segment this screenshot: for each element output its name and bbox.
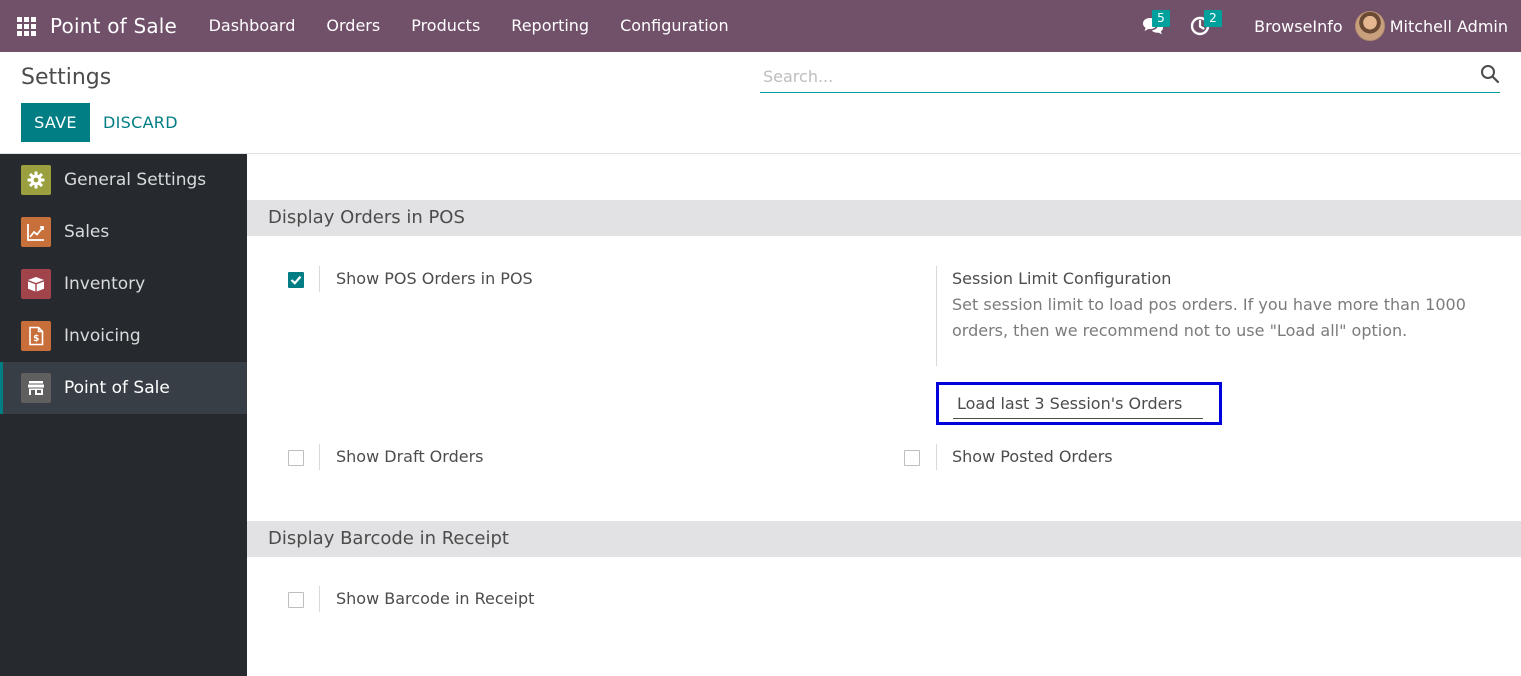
gear-icon <box>21 165 51 195</box>
search-input[interactable] <box>760 62 1460 90</box>
discard-button[interactable]: DISCARD <box>100 103 181 142</box>
user-menu[interactable]: Mitchell Admin <box>1354 11 1521 41</box>
svg-text:$: $ <box>33 334 39 344</box>
menu-reporting[interactable]: Reporting <box>496 0 605 52</box>
session-limit-field-highlight: Load last 3 Session's Orders <box>936 382 1222 425</box>
messages-count-badge: 5 <box>1152 10 1170 27</box>
settings-content: Display Orders in POS Show POS Orders in… <box>247 154 1521 676</box>
separator <box>936 266 937 366</box>
systray: 5 2 BrowseInfo Mitchell Admin <box>1128 0 1521 52</box>
show-draft-orders-checkbox[interactable] <box>288 450 304 466</box>
chart-icon <box>21 217 51 247</box>
show-posted-orders-label: Show Posted Orders <box>952 447 1113 466</box>
box-icon <box>21 269 51 299</box>
store-icon <box>21 373 51 403</box>
menu-orders[interactable]: Orders <box>311 0 396 52</box>
apps-menu-icon[interactable] <box>0 0 50 52</box>
show-pos-orders-checkbox[interactable] <box>288 272 304 288</box>
page-title: Settings <box>21 65 112 90</box>
search-bar <box>760 62 1500 93</box>
sidebar-item-label: Inventory <box>64 274 146 294</box>
check-icon <box>290 275 302 285</box>
avatar <box>1354 11 1385 41</box>
show-pos-orders-label: Show POS Orders in POS <box>336 269 533 288</box>
session-limit-select[interactable]: Load last 3 Session's Orders <box>953 392 1203 419</box>
separator <box>936 444 937 470</box>
save-button[interactable]: SAVE <box>21 103 90 142</box>
menu-products[interactable]: Products <box>396 0 496 52</box>
separator <box>319 266 320 292</box>
show-posted-orders-checkbox[interactable] <box>904 450 920 466</box>
sidebar-item-sales[interactable]: Sales <box>0 206 247 258</box>
sidebar-item-inventory[interactable]: Inventory <box>0 258 247 310</box>
sidebar-item-label: Sales <box>64 222 110 242</box>
sidebar-item-label: General Settings <box>64 170 207 190</box>
sidebar-item-label: Point of Sale <box>64 378 170 398</box>
session-limit-title: Session Limit Configuration <box>952 269 1172 288</box>
top-navbar: Point of Sale Dashboard Orders Products … <box>0 0 1521 52</box>
company-switcher[interactable]: BrowseInfo <box>1234 17 1355 36</box>
separator <box>319 586 320 612</box>
sidebar-item-general-settings[interactable]: General Settings <box>0 154 247 206</box>
sidebar-item-point-of-sale[interactable]: Point of Sale <box>0 362 247 414</box>
search-icon[interactable] <box>1480 64 1500 84</box>
separator <box>319 444 320 470</box>
user-name: Mitchell Admin <box>1389 16 1508 36</box>
show-draft-orders-label: Show Draft Orders <box>336 447 484 466</box>
settings-sidebar: General Settings Sales Inventory $ Invoi… <box>0 154 247 676</box>
show-barcode-checkbox[interactable] <box>288 592 304 608</box>
session-limit-help: Set session limit to load pos orders. If… <box>952 295 1466 340</box>
show-barcode-label: Show Barcode in Receipt <box>336 589 535 608</box>
section-header-display-orders: Display Orders in POS <box>247 200 1521 236</box>
sidebar-item-invoicing[interactable]: $ Invoicing <box>0 310 247 362</box>
activities-count-badge: 2 <box>1204 10 1222 27</box>
app-brand[interactable]: Point of Sale <box>50 14 177 38</box>
invoice-icon: $ <box>21 321 51 351</box>
menu-configuration[interactable]: Configuration <box>605 0 745 52</box>
menu-dashboard[interactable]: Dashboard <box>193 0 311 52</box>
section-header-display-barcode: Display Barcode in Receipt <box>247 521 1521 557</box>
sidebar-item-label: Invoicing <box>64 326 141 346</box>
control-panel: Settings SAVE DISCARD <box>0 52 1521 154</box>
activities-systray[interactable]: 2 <box>1186 0 1234 52</box>
messages-systray[interactable]: 5 <box>1128 0 1186 52</box>
